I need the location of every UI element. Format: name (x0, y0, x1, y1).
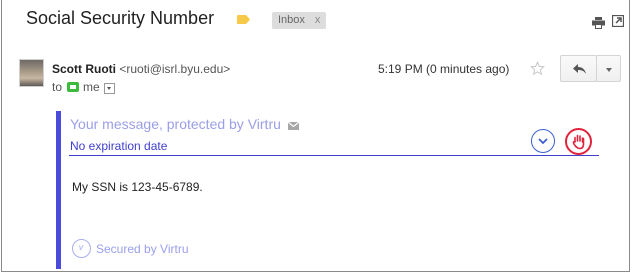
reply-icon (573, 64, 586, 74)
sender-name[interactable]: Scott Ruoti (52, 62, 116, 76)
recipient-line: to me (52, 80, 115, 94)
sender-avatar[interactable] (19, 59, 44, 87)
remove-label-button[interactable]: x (315, 14, 321, 26)
expiration-link[interactable]: No expiration date (70, 139, 167, 153)
virtru-logo-letter: v (78, 242, 84, 252)
secured-by-virtru: v Secured by Virtru (72, 239, 189, 258)
recipient-me: me (83, 80, 100, 94)
virtru-protected-text: Your message, protected by Virtru (70, 116, 281, 132)
expand-options-button[interactable] (531, 129, 555, 153)
revoke-message-button[interactable] (565, 128, 592, 155)
sender-line: Scott Ruoti <ruoti@isrl.byu.edu> (52, 62, 230, 76)
contact-status-icon (67, 82, 80, 92)
virtru-logo-icon: v (72, 239, 91, 258)
message-time: 5:19 PM (0 minutes ago) (378, 62, 510, 76)
email-subject: Social Security Number (26, 8, 215, 28)
star-icon[interactable] (530, 61, 545, 76)
popout-icon[interactable] (612, 15, 624, 27)
label-tag-icon[interactable] (237, 15, 250, 24)
sender-email: <ruoti@isrl.byu.edu> (119, 62, 231, 76)
message-body: My SSN is 123-45-6789. (72, 180, 203, 194)
secured-label: Secured by Virtru (96, 241, 189, 256)
inbox-label-text: Inbox (278, 14, 305, 26)
show-details-button[interactable] (103, 82, 115, 94)
print-icon[interactable] (592, 17, 605, 29)
to-prefix: to (52, 80, 63, 94)
virtru-accent-bar (56, 111, 61, 269)
inbox-label-chip: Inbox x (272, 12, 327, 29)
virtru-protected-title: Your message, protected by Virtru (70, 116, 300, 132)
envelope-icon (287, 121, 300, 130)
more-actions-button[interactable] (596, 55, 621, 82)
subject-row: Social Security Number Inbox x (0, 0, 632, 40)
chevron-down-icon (538, 138, 548, 145)
hand-stop-icon (572, 134, 585, 150)
virtru-divider (69, 155, 599, 156)
reply-button[interactable] (560, 55, 597, 82)
